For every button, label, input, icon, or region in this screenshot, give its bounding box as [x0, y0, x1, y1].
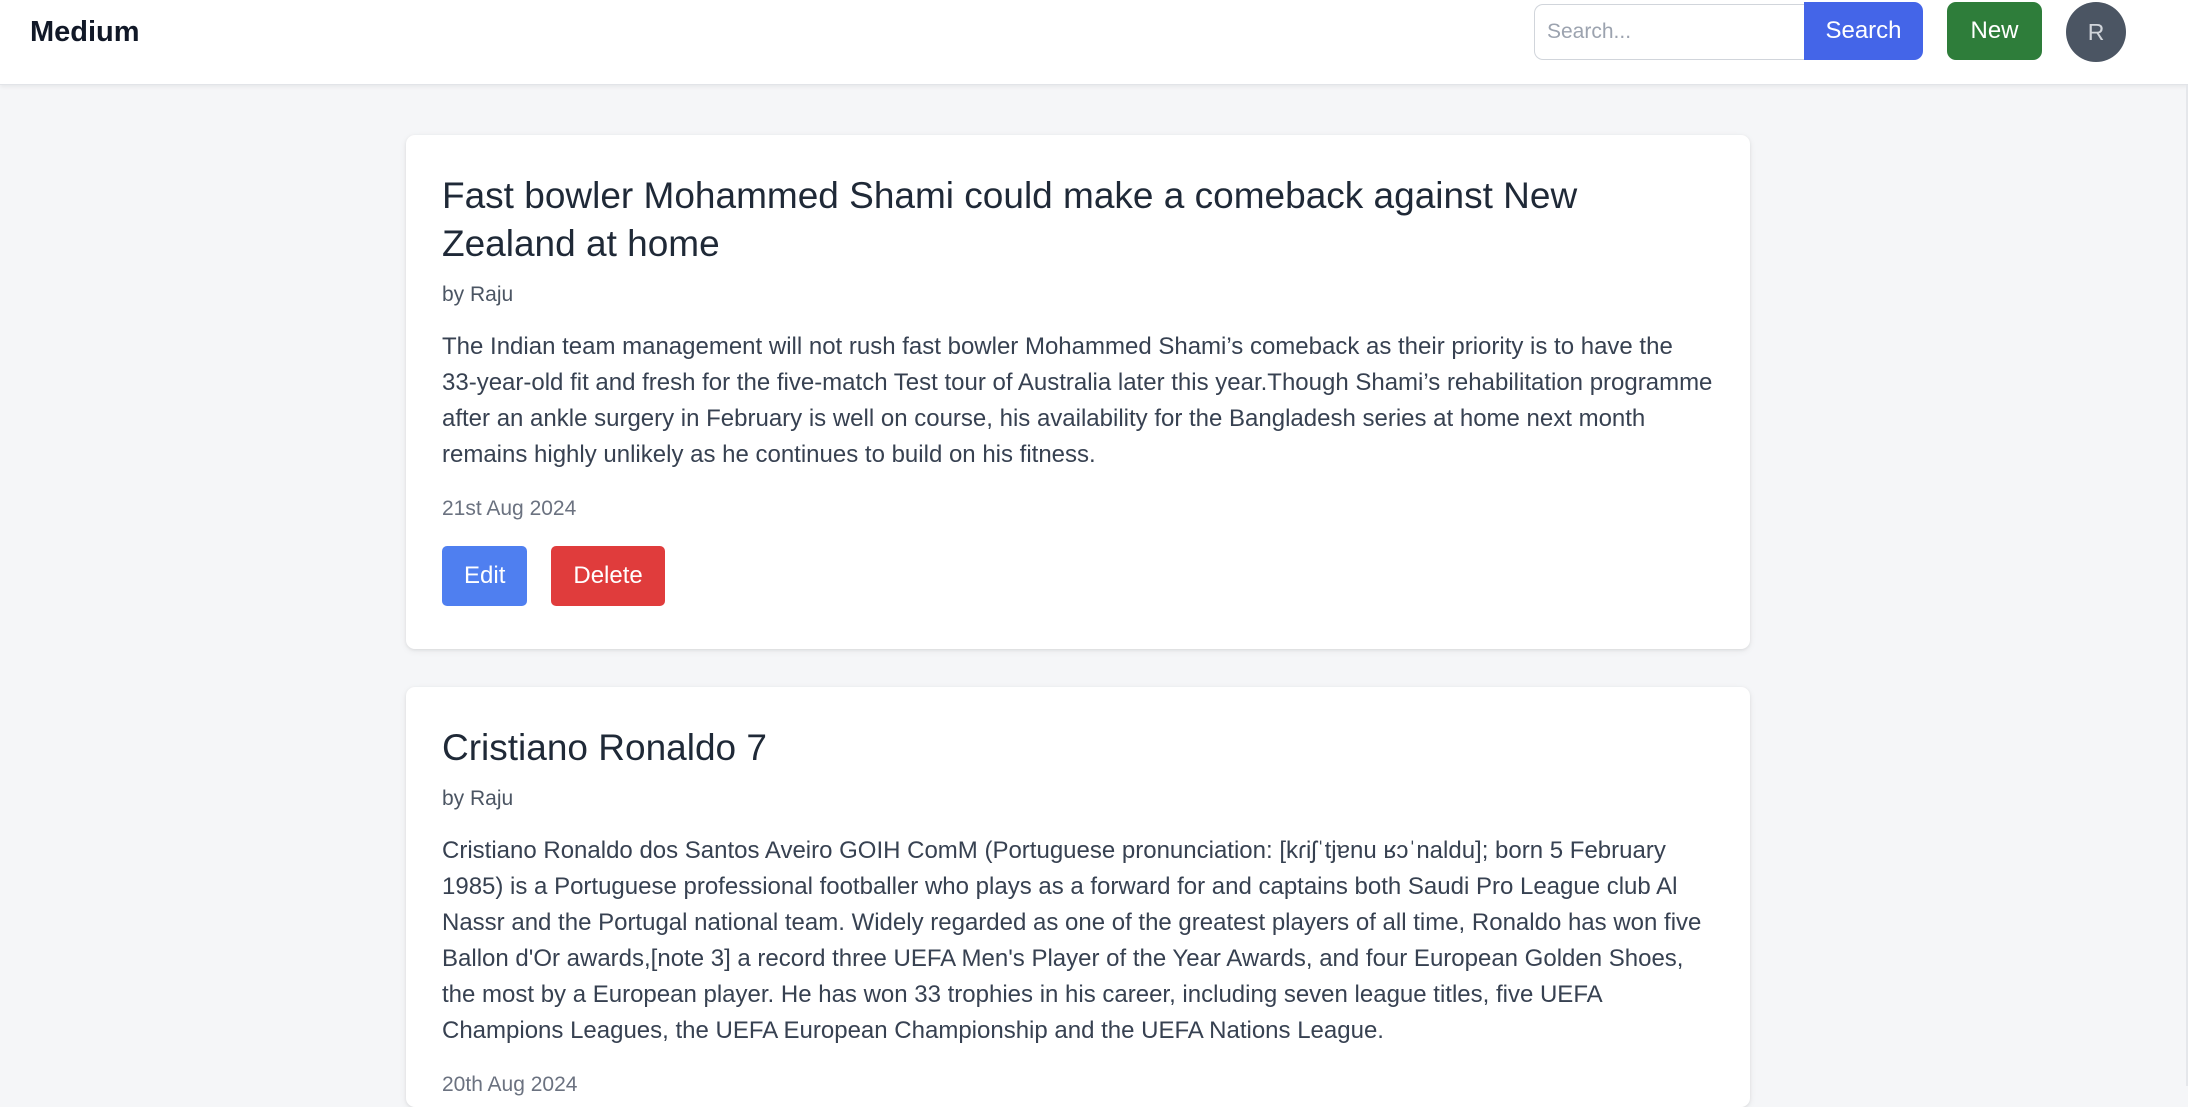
post-title[interactable]: Cristiano Ronaldo 7: [442, 724, 1714, 772]
post-author: by Raju: [442, 787, 514, 810]
post-body: The Indian team management will not rush…: [442, 333, 1713, 468]
delete-button[interactable]: Delete: [551, 546, 665, 606]
post-title[interactable]: Fast bowler Mohammed Shami could make a …: [442, 172, 1714, 268]
brand-logo[interactable]: Medium: [30, 14, 140, 50]
search-button[interactable]: Search: [1804, 2, 1923, 60]
post-author: by Raju: [442, 283, 514, 306]
new-post-button[interactable]: New: [1947, 2, 2042, 60]
edit-button[interactable]: Edit: [442, 546, 528, 606]
post-body: Cristiano Ronaldo dos Santos Aveiro GOIH…: [442, 837, 1702, 1044]
post-date: 20th Aug 2024: [442, 1073, 578, 1096]
post-actions: Edit Delete: [442, 546, 1714, 606]
top-navbar: Medium Search New R: [0, 0, 2188, 85]
post-card: Cristiano Ronaldo 7 by Raju Cristiano Ro…: [406, 687, 1750, 1107]
post-card: Fast bowler Mohammed Shami could make a …: [406, 135, 1750, 649]
post-date: 21st Aug 2024: [442, 497, 577, 520]
search-input[interactable]: [1534, 4, 1806, 60]
avatar[interactable]: R: [2066, 2, 2126, 62]
